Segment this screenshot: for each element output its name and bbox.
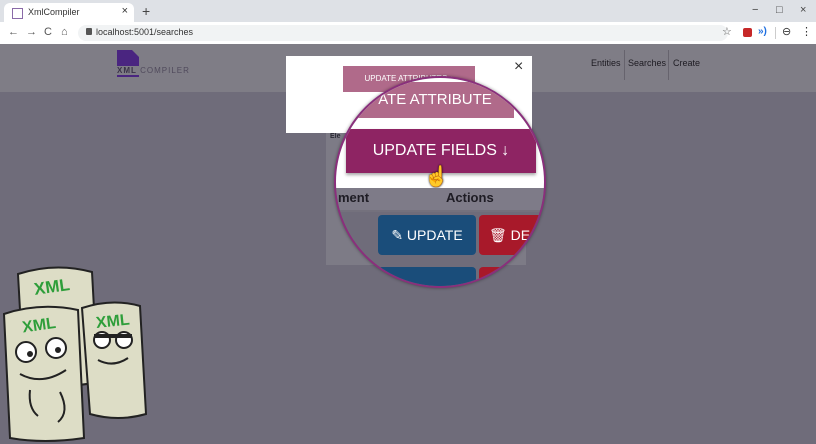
row-delete-button-2[interactable]: [479, 267, 544, 286]
url-text: localhost:5001/searches: [96, 27, 194, 37]
modal-close-icon[interactable]: ×: [514, 58, 523, 76]
nav-divider: [624, 50, 625, 80]
column-header-actions: Actions: [446, 190, 494, 205]
xml-logo-icon[interactable]: [117, 50, 139, 66]
bookmark-star-icon[interactable]: ☆: [722, 25, 732, 38]
lock-icon: [86, 28, 92, 35]
new-tab-button[interactable]: +: [142, 3, 150, 19]
pointer-hand-icon: ☝: [424, 166, 449, 188]
nav-create[interactable]: Create: [673, 58, 700, 68]
nav-divider: [668, 50, 669, 80]
tab-close-icon[interactable]: ×: [122, 5, 128, 17]
back-button[interactable]: ←: [8, 26, 19, 38]
home-button[interactable]: ⌂: [61, 26, 68, 38]
browser-menu-icon[interactable]: ⋮: [801, 25, 812, 38]
magnifier-lens: ATE ATTRIBUTE UPDATE FIELDS ↓ ☝ ment Act…: [334, 76, 546, 288]
row-update-button[interactable]: ✎ UPDATE: [378, 215, 476, 255]
column-header-element: ment: [338, 190, 370, 205]
browser-tab-bar: XmlCompiler × + − □ ×: [0, 0, 816, 22]
logo-sub: COMPILER: [136, 66, 190, 75]
mascot-right: XML: [80, 301, 148, 419]
shield-extension-icon[interactable]: [743, 28, 752, 37]
tab-title: XmlCompiler: [28, 7, 80, 17]
favicon-icon: [12, 8, 23, 19]
logo-main: XML: [117, 66, 137, 75]
mascot-right-label: XML: [95, 311, 131, 331]
audio-extension-icon[interactable]: »): [758, 26, 767, 37]
minimize-button[interactable]: −: [752, 4, 758, 16]
toolbar-divider: [775, 27, 776, 39]
xml-mascots-illustration: XML XML XML: [2, 266, 148, 442]
reload-button[interactable]: C: [44, 26, 52, 38]
url-field[interactable]: localhost:5001/searches: [78, 25, 728, 41]
profile-icon[interactable]: ⊖: [782, 25, 791, 38]
row-update-button-2[interactable]: [378, 267, 476, 286]
table-cell-id: 1: [340, 226, 346, 236]
address-bar: ← → C ⌂ localhost:5001/searches ☆ ») ⊖ ⋮: [0, 22, 816, 45]
maximize-button[interactable]: □: [776, 4, 783, 16]
nav-searches[interactable]: Searches: [628, 58, 666, 68]
mascot-front: XML: [2, 305, 86, 442]
lens-update-attributes-button[interactable]: ATE ATTRIBUTE: [356, 82, 514, 118]
browser-tab[interactable]: XmlCompiler ×: [4, 3, 134, 22]
close-window-button[interactable]: ×: [800, 4, 806, 16]
app-logo-text[interactable]: XML COMPILER: [117, 66, 190, 75]
table-cell-name: prova: [340, 248, 361, 257]
row-delete-button[interactable]: 🗑 DE: [479, 215, 544, 255]
logo-underline: [117, 75, 139, 77]
forward-button[interactable]: →: [26, 26, 37, 38]
nav-entities[interactable]: Entities: [591, 58, 621, 68]
